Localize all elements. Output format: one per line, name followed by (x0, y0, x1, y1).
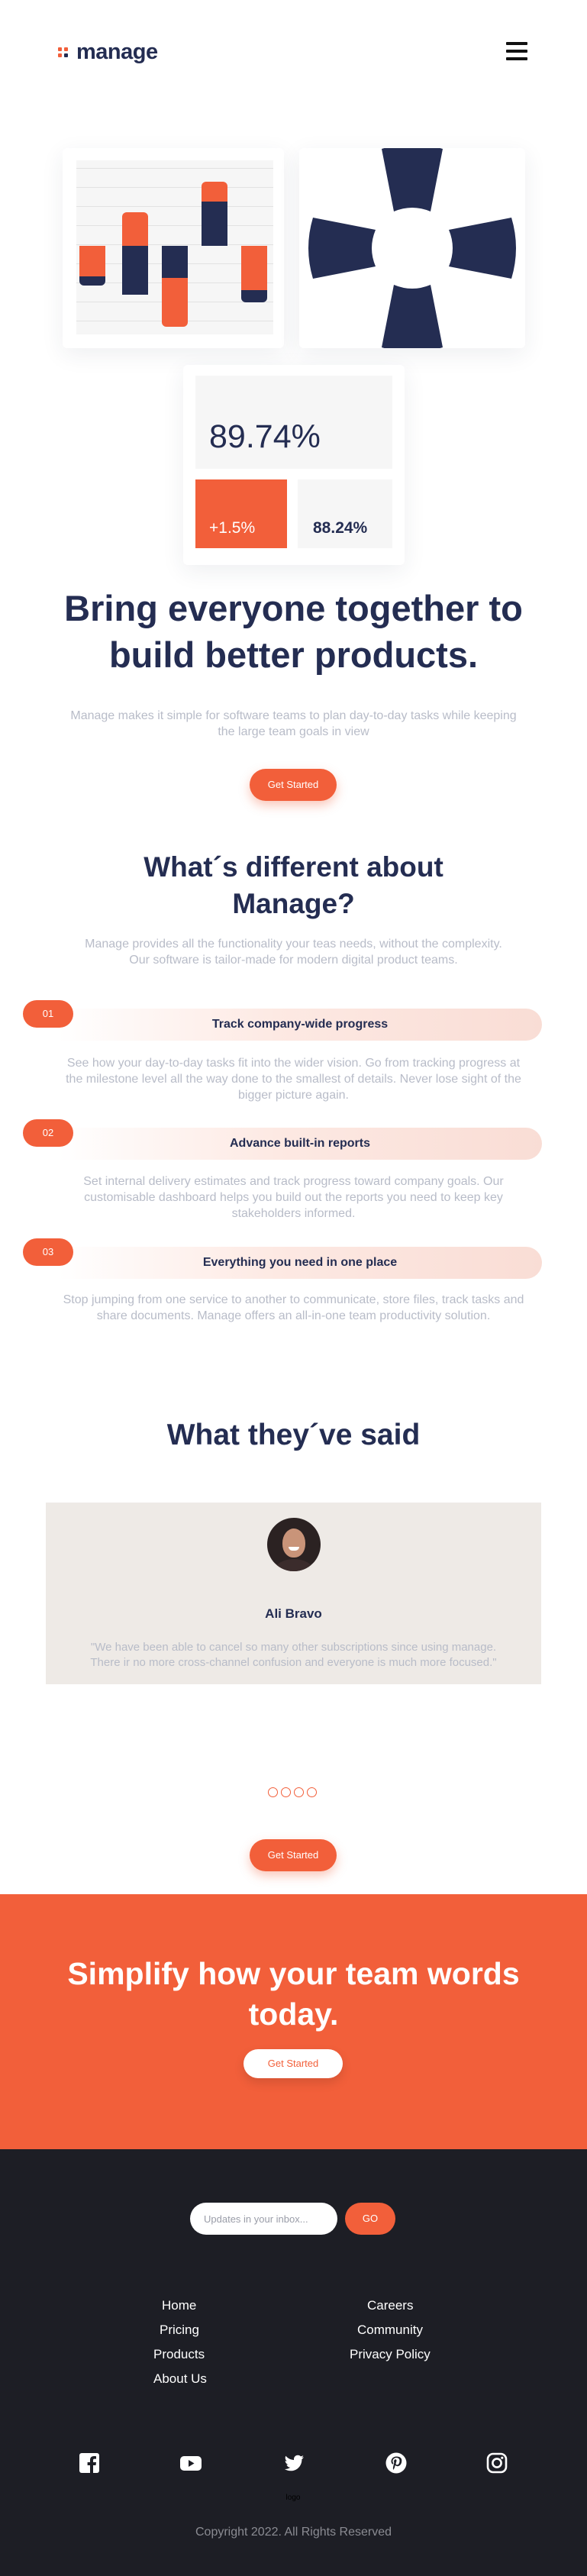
secondary-stat-panel: 88.24% (298, 479, 392, 548)
footer-link-products[interactable]: Products (153, 2347, 205, 2362)
pinterest-icon[interactable] (385, 2452, 408, 2474)
testimonial-author: Ali Bravo (265, 1606, 322, 1621)
illustration-bar (202, 182, 227, 202)
footer-link-community[interactable]: Community (357, 2323, 423, 2338)
hero-title: Bring everyone together to build better … (64, 588, 523, 675)
illustration-bar (241, 246, 267, 290)
feature-description: Set internal delivery estimates and trac… (83, 1175, 504, 1220)
footer-link-home[interactable]: Home (162, 2298, 196, 2313)
cta-banner: Simplify how your team words today. Get … (0, 1894, 587, 2149)
avatar (267, 1518, 321, 1571)
carousel-dots (268, 1787, 317, 1797)
footer-logo[interactable]: logo (275, 2494, 311, 2502)
pinwheel-card (299, 144, 525, 352)
bar-chart-card (63, 148, 284, 348)
hero-get-started-button[interactable]: Get Started (250, 769, 337, 801)
cta-title: Simplify how your team words today. (67, 1956, 520, 2032)
pinwheel-illustration (308, 144, 516, 352)
feature-title: Advance built-in reports (229, 1137, 371, 1150)
main-stat-value: 89.74% (209, 418, 321, 455)
feature-number-badge: 01 (23, 1000, 73, 1028)
different-section-subtitle: Manage provides all the functionality yo… (85, 938, 502, 967)
brand-name: manage (76, 40, 158, 64)
footer-link-about-us[interactable]: About Us (153, 2371, 207, 2387)
illustration-bar (202, 202, 227, 246)
brand-logo[interactable]: manage (58, 40, 158, 65)
stats-card: 89.74% +1.5% 88.24% (183, 365, 405, 565)
testimonial-card: Ali Bravo "We have been able to cancel s… (46, 1503, 541, 1684)
footer-link-careers[interactable]: Careers (367, 2298, 413, 2313)
feature-title: Track company-wide progress (211, 1018, 389, 1031)
illustration-bar (162, 246, 188, 278)
logo-mark-icon (58, 47, 69, 58)
youtube-icon[interactable] (179, 2452, 202, 2474)
feature-bar: Everything you need in one place (58, 1247, 542, 1279)
footer-link-pricing[interactable]: Pricing (160, 2323, 199, 2338)
feature-title: Everything you need in one place (202, 1256, 398, 1269)
illustration-bar (122, 246, 148, 295)
newsletter-go-button[interactable]: GO (345, 2203, 395, 2235)
change-stat-panel: +1.5% (195, 479, 287, 548)
testimonial-quote: "We have been able to cancel so many oth… (90, 1641, 497, 1669)
illustration-bar (122, 212, 148, 246)
cta-get-started-button[interactable]: Get Started (244, 2049, 343, 2078)
testimonials-title: What they´ve said (166, 1419, 421, 1451)
facebook-icon[interactable] (78, 2452, 101, 2474)
testimonials-get-started-button[interactable]: Get Started (250, 1839, 337, 1871)
change-stat-value: +1.5% (209, 519, 256, 537)
hero-subtitle: Manage makes it simple for software team… (70, 709, 517, 738)
site-footer: GO Home Pricing Products About Us Career… (0, 2149, 587, 2576)
hamburger-icon[interactable] (506, 42, 527, 60)
feature-description: Stop jumping from one service to another… (63, 1293, 524, 1322)
illustration-bar (79, 246, 105, 276)
illustration-bar (79, 276, 105, 286)
carousel-dot[interactable] (268, 1787, 278, 1797)
illustration-bar (162, 278, 188, 327)
different-section-title: What´s different about Manage? (144, 851, 443, 919)
carousel-dot[interactable] (281, 1787, 291, 1797)
feature-number-badge: 03 (23, 1238, 73, 1266)
bar-chart-illustration (76, 160, 273, 334)
site-header: manage (0, 0, 587, 107)
feature-bar: Advance built-in reports (58, 1128, 542, 1160)
secondary-stat-value: 88.24% (313, 519, 368, 537)
main-stat-panel: 89.74% (195, 376, 392, 469)
feature-bar: Track company-wide progress (58, 1009, 542, 1041)
illustration-bar (241, 290, 267, 302)
feature-description: See how your day-to-day tasks fit into t… (66, 1057, 521, 1102)
footer-link-privacy-policy[interactable]: Privacy Policy (350, 2347, 431, 2362)
feature-number-badge: 02 (23, 1119, 73, 1147)
carousel-dot[interactable] (294, 1787, 304, 1797)
carousel-dot[interactable] (307, 1787, 317, 1797)
twitter-icon[interactable] (282, 2452, 305, 2474)
copyright-text: Copyright 2022. All Rights Reserved (195, 2526, 392, 2539)
newsletter-input[interactable] (190, 2203, 337, 2235)
instagram-icon[interactable] (485, 2452, 508, 2474)
